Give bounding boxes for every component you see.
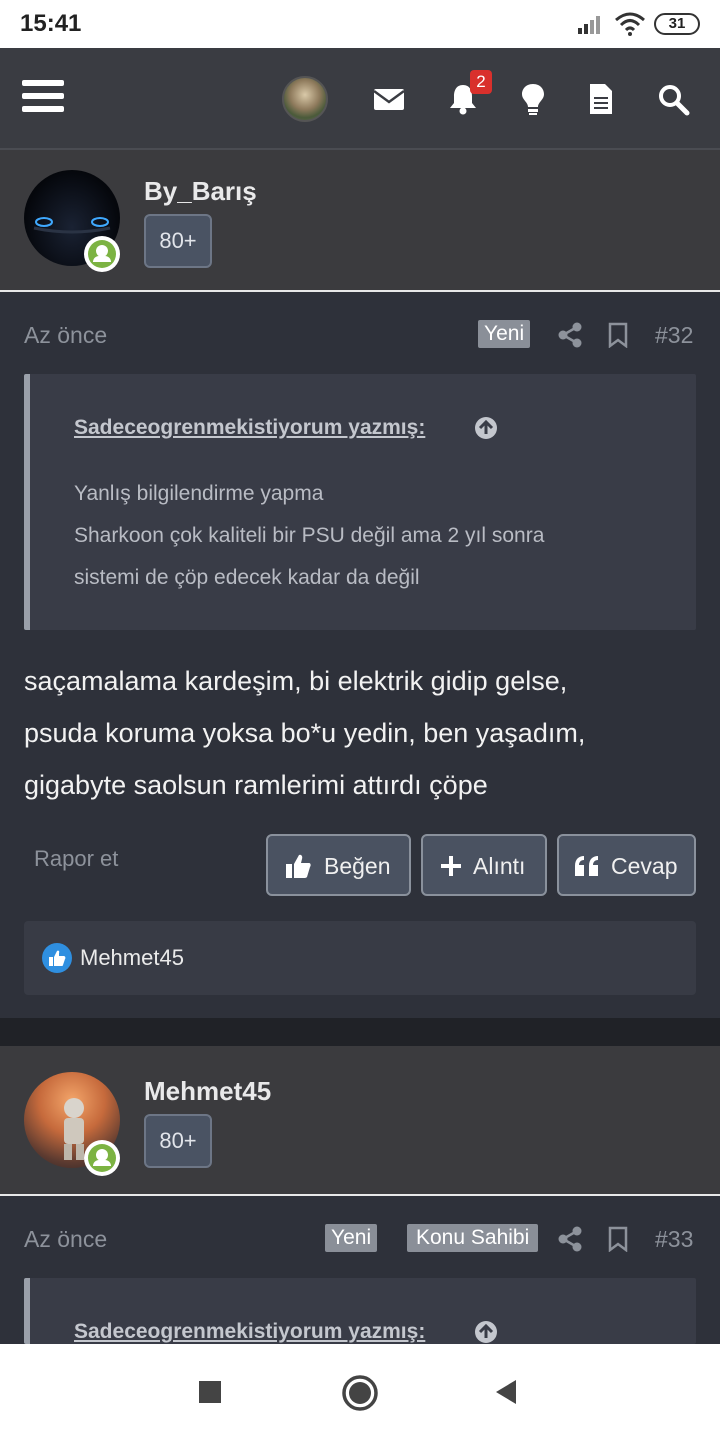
post-text-line: gigabyte saolsun ramlerimi attırdı çöpe <box>24 770 488 800</box>
quote-author-link[interactable]: Sadeceogrenmekistiyorum yazmış: <box>74 1320 425 1344</box>
recents-icon[interactable] <box>198 1380 222 1404</box>
online-indicator-icon <box>84 1140 120 1176</box>
post-author-header: Mehmet45 80+ <box>0 1046 720 1196</box>
mail-icon[interactable] <box>372 82 406 116</box>
arrow-up-circle-icon[interactable] <box>474 416 498 440</box>
like-button[interactable]: Beğen <box>266 834 411 896</box>
reply-button[interactable]: Cevap <box>557 834 696 896</box>
post-text-line: psuda koruma yoksa bo*u yedin, ben yaşad… <box>24 718 586 748</box>
username[interactable]: Mehmet45 <box>144 1076 271 1107</box>
search-icon[interactable] <box>656 82 690 116</box>
share-icon[interactable] <box>558 322 582 348</box>
user-badge: 80+ <box>144 214 212 268</box>
battery-level: 31 <box>668 15 686 32</box>
post-time[interactable]: Az önce <box>24 1226 107 1253</box>
status-time: 15:41 <box>20 10 82 37</box>
signal-icon <box>578 16 600 34</box>
post-time[interactable]: Az önce <box>24 322 107 349</box>
post-number[interactable]: #33 <box>655 1226 693 1253</box>
username[interactable]: By_Barış <box>144 176 257 207</box>
thread-owner-tag: Konu Sahibi <box>407 1224 539 1252</box>
quote-line: Sharkoon çok kaliteli bir PSU değil ama … <box>74 524 545 547</box>
quote-author-link[interactable]: Sadeceogrenmekistiyorum yazmış: <box>74 416 425 440</box>
avatar[interactable] <box>282 76 328 122</box>
post-text-line: saçamalama kardeşim, bi elektrik gidip g… <box>24 666 568 696</box>
back-icon[interactable] <box>494 1378 518 1406</box>
report-link[interactable]: Rapor et <box>34 846 118 872</box>
liker-name[interactable]: Mehmet45 <box>80 945 184 971</box>
user-badge: 80+ <box>144 1114 212 1168</box>
wifi-icon <box>615 12 645 36</box>
post-number[interactable]: #32 <box>655 322 693 349</box>
quote-line: sistemi de çöp edecek kadar da değil <box>74 566 420 589</box>
new-tag: Yeni <box>478 320 531 348</box>
arrow-up-circle-icon[interactable] <box>474 1320 498 1344</box>
quote-button[interactable]: Alıntı <box>421 834 547 896</box>
likes-bar: Mehmet45 <box>24 921 696 995</box>
like-label: Beğen <box>324 853 391 879</box>
quote-block: Sadeceogrenmekistiyorum yazmış: Yanlış b… <box>24 374 696 630</box>
plus-icon <box>441 856 461 876</box>
document-icon[interactable] <box>584 82 618 116</box>
battery-icon: 31 <box>654 13 700 35</box>
home-icon[interactable] <box>341 1374 379 1412</box>
share-icon[interactable] <box>558 1226 582 1252</box>
menu-icon[interactable] <box>22 80 64 116</box>
quote-line: Yanlış bilgilendirme yapma <box>74 482 324 505</box>
post-author-header: By_Barış 80+ <box>0 150 720 292</box>
online-indicator-icon <box>84 236 120 272</box>
post-body: Az önce Yeni Konu Sahibi #33 Sadeceogren… <box>0 1196 720 1344</box>
post-body: Az önce Yeni #32 Sadeceogrenmekistiyorum… <box>0 292 720 1018</box>
new-tag: Yeni <box>325 1224 378 1252</box>
quote-block: Sadeceogrenmekistiyorum yazmış: <box>24 1278 696 1344</box>
quote-marks-icon <box>575 856 598 876</box>
bookmark-icon[interactable] <box>608 1226 628 1252</box>
top-nav: 2 <box>0 48 720 150</box>
system-nav-bar <box>0 1344 720 1440</box>
like-reaction-icon <box>42 943 72 973</box>
bookmark-icon[interactable] <box>608 322 628 348</box>
post-separator <box>0 1018 720 1046</box>
notification-badge: 2 <box>470 70 492 94</box>
thumbs-up-icon <box>286 854 311 878</box>
status-bar: 15:41 31 <box>0 0 720 48</box>
reply-label: Cevap <box>611 853 678 879</box>
quote-label: Alıntı <box>473 853 526 879</box>
lightbulb-icon[interactable] <box>516 82 550 116</box>
